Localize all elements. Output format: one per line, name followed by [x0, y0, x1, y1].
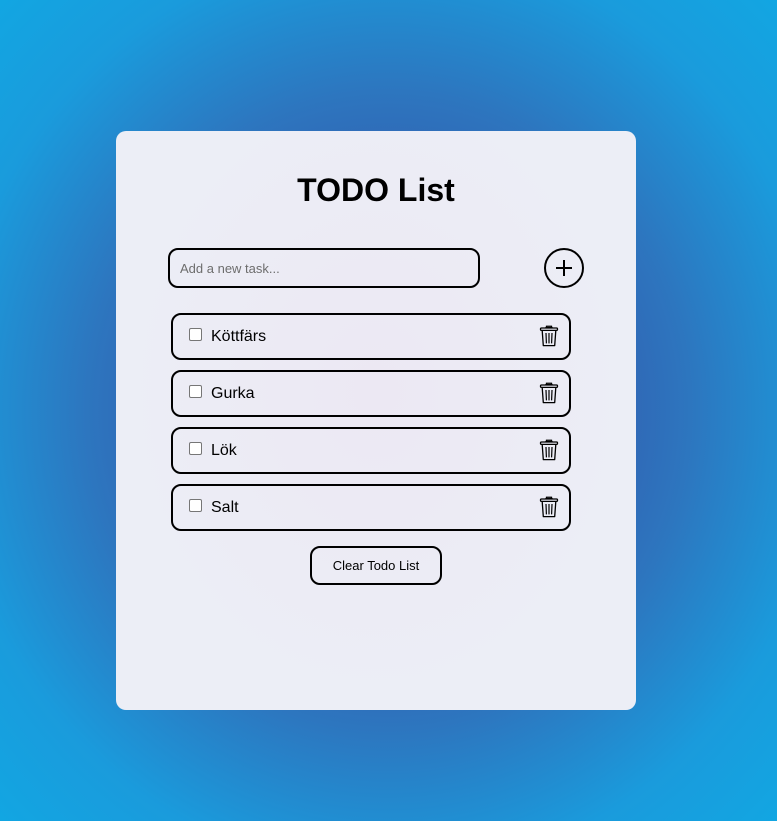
todo-item: Salt [171, 484, 571, 531]
trash-icon[interactable] [539, 496, 559, 518]
todo-checkbox[interactable] [189, 442, 202, 455]
plus-icon [556, 260, 572, 276]
todo-label: Salt [211, 499, 239, 516]
trash-icon[interactable] [539, 439, 559, 461]
trash-icon[interactable] [539, 325, 559, 347]
clear-list-button[interactable]: Clear Todo List [310, 546, 442, 585]
todo-label: Lök [211, 442, 237, 459]
todo-item: Köttfärs [171, 313, 571, 360]
todo-checkbox[interactable] [189, 385, 202, 398]
trash-icon[interactable] [539, 382, 559, 404]
todo-card: TODO List Köttfärs Gurka [116, 131, 636, 710]
add-task-button[interactable] [544, 248, 584, 288]
page-title: TODO List [297, 172, 455, 208]
todo-checkbox[interactable] [189, 499, 202, 512]
new-task-input[interactable] [168, 248, 480, 288]
todo-item: Lök [171, 427, 571, 474]
todo-label: Gurka [211, 385, 255, 402]
todo-label: Köttfärs [211, 328, 267, 345]
todo-item: Gurka [171, 370, 571, 417]
todo-checkbox[interactable] [189, 328, 202, 341]
todo-list: Köttfärs Gurka Lök Salt [171, 313, 571, 541]
